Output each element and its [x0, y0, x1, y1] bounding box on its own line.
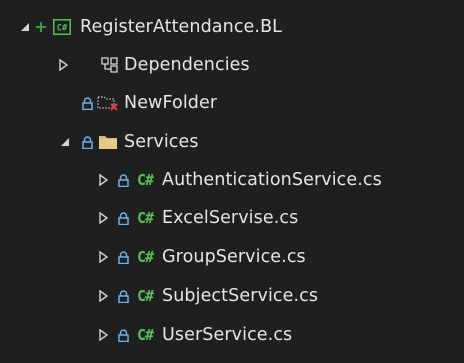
solution-explorer-tree: C# RegisterAttendance.BL Dependencies Ne… [0, 0, 464, 363]
folder-icon [96, 124, 120, 160]
expand-arrow-closed-icon[interactable] [56, 47, 70, 83]
missing-folder-icon [96, 85, 120, 121]
expand-arrow-closed-icon[interactable] [96, 239, 110, 275]
dependencies-icon [100, 47, 120, 83]
expand-arrow-closed-icon[interactable] [96, 317, 110, 353]
tree-item-label: UserService.cs [162, 325, 293, 345]
tree-item-label: Services [124, 132, 199, 152]
lock-icon [116, 200, 130, 236]
csharp-file-icon: C# [136, 326, 154, 344]
tree-item-label: AuthenticationService.cs [162, 170, 382, 190]
expand-arrow-open-icon[interactable] [18, 9, 32, 45]
lock-icon [116, 162, 130, 198]
expand-arrow-closed-icon[interactable] [96, 278, 110, 314]
csharp-file-icon: C# [136, 287, 154, 305]
expand-arrow-open-icon[interactable] [58, 124, 72, 160]
tree-item-dependencies[interactable]: Dependencies [0, 47, 464, 83]
svg-text:C#: C# [57, 24, 68, 34]
csharp-file-icon: C# [136, 171, 154, 189]
csharp-file-icon: C# [136, 209, 154, 227]
plus-icon [34, 9, 48, 45]
tree-item-file[interactable]: C# SubjectService.cs [0, 278, 464, 314]
tree-item-file[interactable]: C# GroupService.cs [0, 239, 464, 275]
tree-item-label: SubjectService.cs [162, 286, 319, 306]
tree-item-label: RegisterAttendance.BL [80, 17, 283, 37]
tree-item-file[interactable]: C# AuthenticationService.cs [0, 162, 464, 198]
lock-icon [116, 317, 130, 353]
lock-icon [116, 278, 130, 314]
tree-item-file[interactable]: C# ExcelServise.cs [0, 200, 464, 236]
expand-arrow-closed-icon[interactable] [96, 200, 110, 236]
csharp-project-icon: C# [52, 9, 72, 45]
lock-icon [80, 124, 94, 160]
tree-item-label: NewFolder [124, 93, 218, 113]
tree-item-label: GroupService.cs [162, 247, 306, 267]
csharp-file-icon: C# [136, 248, 154, 266]
tree-item-label: ExcelServise.cs [162, 208, 299, 228]
tree-item-newfolder[interactable]: NewFolder [0, 85, 464, 121]
tree-item-label: Dependencies [124, 55, 250, 75]
tree-item-services[interactable]: Services [0, 124, 464, 160]
tree-item-file[interactable]: C# UserService.cs [0, 317, 464, 353]
lock-icon [80, 85, 94, 121]
expand-arrow-closed-icon[interactable] [96, 162, 110, 198]
tree-item-project[interactable]: C# RegisterAttendance.BL [0, 9, 464, 45]
lock-icon [116, 239, 130, 275]
